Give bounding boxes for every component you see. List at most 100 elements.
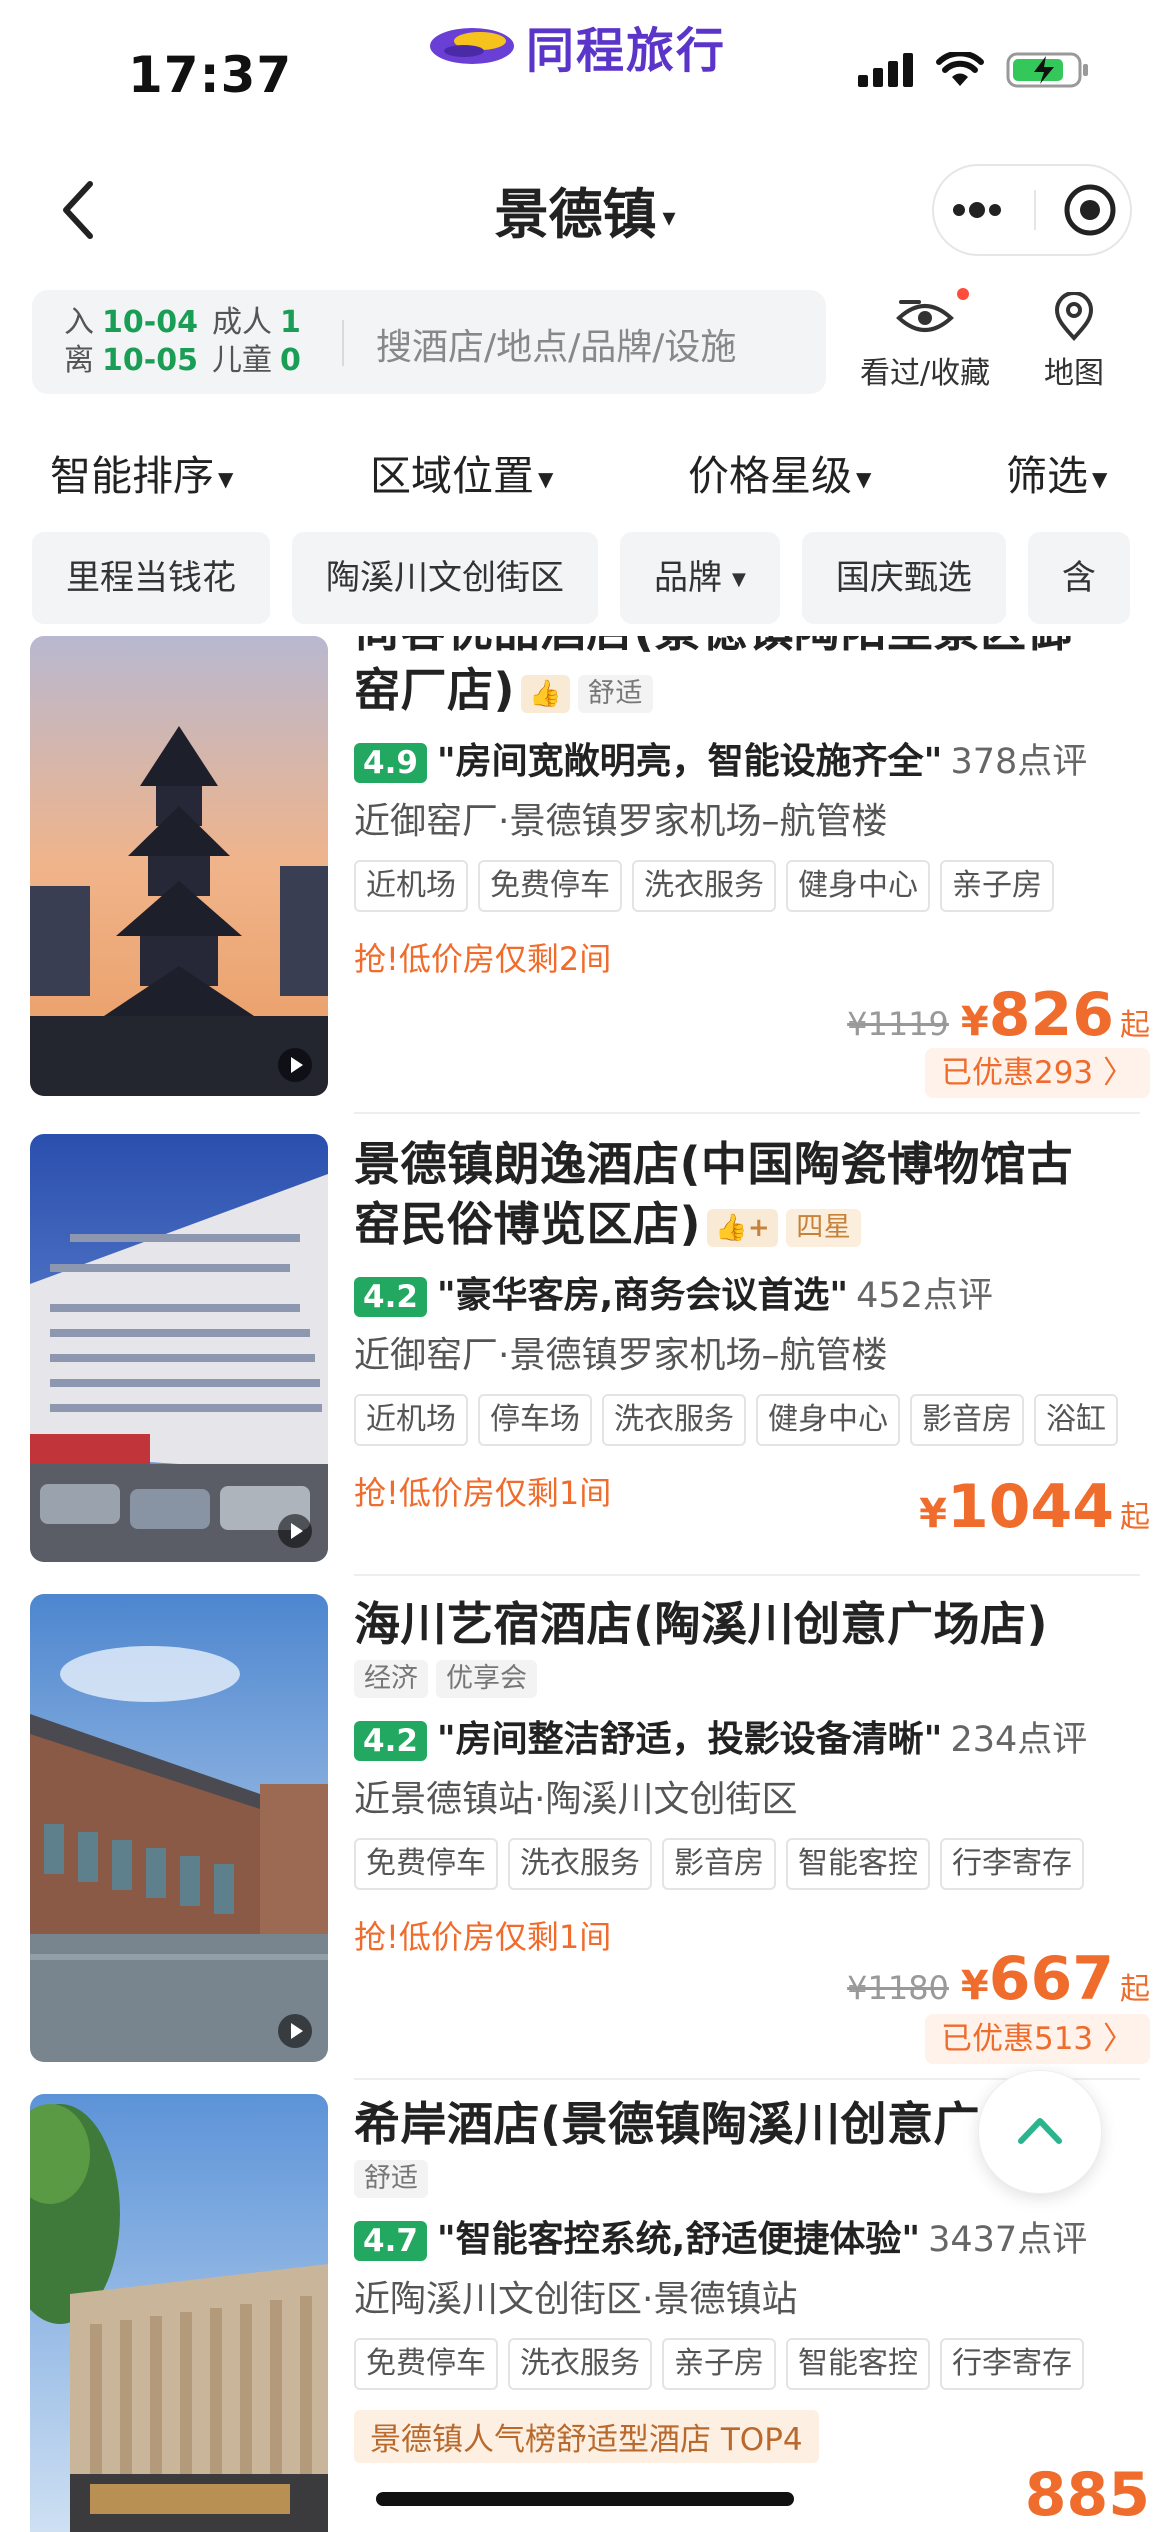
- hotel-thumbnail[interactable]: [30, 1594, 328, 2062]
- current-price: 1044: [947, 1472, 1114, 1542]
- checkin-label: 入: [64, 305, 94, 340]
- score-badge: 4.2: [354, 1277, 427, 1317]
- hotel-thumbnail[interactable]: [30, 2094, 328, 2532]
- sort-price-star[interactable]: 价格星级 ▼: [688, 442, 871, 502]
- caret-down-icon: ▼: [856, 467, 872, 491]
- review-count: 452点评: [856, 1276, 993, 1316]
- hotel-name: 尚客优品酒店(景德镇陶阳里景区御窑厂店)👍舒适: [354, 636, 1144, 720]
- battery-charging-icon: [1006, 52, 1088, 88]
- amenity-tag: 免费停车: [478, 860, 622, 912]
- play-icon[interactable]: [278, 1514, 312, 1548]
- quick-filter-chips: 里程当钱花 陶溪川文创街区 品牌 ▼ 国庆甄选含: [32, 532, 1170, 624]
- sort-area-label: 区域位置: [370, 452, 534, 500]
- play-icon[interactable]: [278, 2014, 312, 2048]
- review-quote: "房间宽敞明亮，智能设施齐全": [436, 741, 943, 782]
- amenity-tags: 免费停车 洗衣服务 亲子房 智能客控 行李寄存: [354, 2338, 1144, 2390]
- score-badge: 4.9: [354, 743, 427, 783]
- amenity-tag: 免费停车: [354, 2338, 498, 2390]
- hotel-list[interactable]: 尚客优品酒店(景德镇陶阳里景区御窑厂店)👍舒适 4.9"房间宽敞明亮，智能设施齐…: [0, 636, 1170, 2532]
- thumbs-up-plus-icon: 👍+: [707, 1208, 779, 1247]
- hotel-name: 海川艺宿酒店(陶溪川创意广场店): [354, 1597, 1049, 1651]
- hotel-location: 近陶溪川文创街区·景德镇站: [354, 2279, 798, 2320]
- children-count: 0: [279, 343, 301, 378]
- amenity-tag: 健身中心: [756, 1394, 900, 1446]
- factory-lake-photo: [30, 1594, 328, 2062]
- hotel-building-photo: [30, 1134, 328, 1562]
- price-block: 885: [1025, 2460, 1150, 2530]
- brand-name: 同程旅行: [526, 23, 727, 79]
- target-icon[interactable]: [1063, 183, 1117, 237]
- amenity-tag: 行李寄存: [940, 1838, 1084, 1890]
- map-button[interactable]: 地图: [1044, 292, 1104, 392]
- checkout-label: 离: [64, 343, 94, 378]
- rating-row: 4.9 "房间宽敞明亮，智能设施齐全" 378点评: [354, 732, 1144, 784]
- sort-filter-label: 筛选: [1006, 452, 1088, 500]
- discount-badge[interactable]: 已优惠513 〉: [924, 2014, 1150, 2064]
- current-price: 885: [1024, 2460, 1150, 2530]
- hotel-name-line1: 景德镇朗逸酒店(中国陶瓷博物馆古: [354, 1137, 1074, 1191]
- chevron-up-icon: [1018, 2118, 1062, 2144]
- amenity-tag: 影音房: [910, 1394, 1024, 1446]
- chip-brand[interactable]: 品牌 ▼: [620, 532, 780, 624]
- amenity-tag: 智能客控: [786, 2338, 930, 2390]
- chip-more[interactable]: 含: [1027, 532, 1130, 624]
- discount-badge[interactable]: 已优惠293 〉: [924, 1048, 1150, 1098]
- original-price: ¥1119: [847, 1005, 949, 1043]
- review-quote: "豪华客房,商务会议首选": [436, 1275, 849, 1316]
- ranking-badge[interactable]: 景德镇人气榜舒适型酒店 TOP4: [354, 2410, 819, 2463]
- amenity-tag: 近机场: [354, 860, 468, 912]
- sort-smart-label: 智能排序: [50, 452, 214, 500]
- chip-national-day[interactable]: 国庆甄选: [801, 532, 1006, 624]
- sort-price-label: 价格星级: [688, 452, 852, 500]
- amenity-tag: 免费停车: [354, 1838, 498, 1890]
- hotel-thumbnail[interactable]: [30, 636, 328, 1096]
- checkout-date: 10-05: [102, 343, 198, 378]
- city-caret-icon: ▾: [662, 203, 676, 234]
- price-block: ¥1044 起: [919, 1472, 1150, 1542]
- hotel-tag: 舒适: [577, 674, 653, 713]
- play-icon[interactable]: [278, 1048, 312, 1082]
- search-bar[interactable]: 入 10-04 成人 1 离 10-05 儿童 0 搜酒店/地点/品牌/设施: [32, 290, 826, 394]
- city-name: 景德镇: [494, 183, 657, 246]
- scroll-to-top-button[interactable]: [978, 2070, 1102, 2194]
- hotel-name-line1: 尚客优品酒店(景德镇陶阳里景区御: [354, 636, 1073, 657]
- hotel-info: 尚客优品酒店(景德镇陶阳里景区御窑厂店)👍舒适 4.9"房间宽敞明亮，智能设施齐…: [354, 636, 1144, 980]
- amenity-tag: 浴缸: [1034, 1394, 1118, 1446]
- promo-text: 抢!低价房仅剩2间: [354, 940, 612, 978]
- rating-row: 4.2 "豪华客房,商务会议首选" 452点评: [354, 1266, 1144, 1318]
- history-favorites-button[interactable]: 看过/收藏: [860, 292, 990, 392]
- wifi-icon: [936, 52, 984, 86]
- card-divider: [354, 1574, 1140, 1576]
- hotel-location: 近御窑厂·景德镇罗家机场–航管楼: [354, 1335, 888, 1376]
- price-suffix: 起: [1120, 1008, 1150, 1043]
- status-bar: 17:37 同程旅行: [0, 0, 1170, 150]
- amenity-tag: 影音房: [662, 1838, 776, 1890]
- status-icons: [858, 50, 1090, 90]
- search-input[interactable]: 搜酒店/地点/品牌/设施: [376, 318, 736, 370]
- sort-smart[interactable]: 智能排序 ▼: [50, 442, 233, 502]
- chip-mileage[interactable]: 里程当钱花: [32, 532, 270, 624]
- date-guest-selector[interactable]: 入 10-04 成人 1 离 10-05 儿童 0: [64, 304, 301, 380]
- nav-bar: 景德镇 ▾: [0, 150, 1170, 270]
- brand-logo-icon: [430, 28, 514, 64]
- hotel-location: 近御窑厂·景德镇罗家机场–航管楼: [354, 801, 888, 842]
- sort-filter[interactable]: 筛选 ▼: [1006, 442, 1107, 502]
- current-price: 667: [988, 1944, 1114, 2014]
- hotel-thumbnail[interactable]: [30, 1134, 328, 1562]
- chip-taoxichuan[interactable]: 陶溪川文创街区: [292, 532, 598, 624]
- hotel-exterior-photo: [30, 2094, 328, 2532]
- adults-label: 成人: [211, 305, 272, 340]
- adults-count: 1: [279, 305, 301, 340]
- rating-row: 4.7 "智能客控系统,舒适便捷体验" 3437点评: [354, 2210, 1144, 2262]
- price-suffix: 起: [1120, 1972, 1150, 2007]
- caret-down-icon: ▼: [218, 467, 234, 491]
- signal-icon: [858, 53, 913, 87]
- notification-dot: [957, 288, 969, 300]
- sort-area[interactable]: 区域位置 ▼: [370, 442, 553, 502]
- rating-row: 4.2 "房间整洁舒适，投影设备清晰" 234点评: [354, 1710, 1144, 1762]
- hotel-info: 景德镇朗逸酒店(中国陶瓷博物馆古 窑民俗博览区店) 👍+ 四星 4.2 "豪华客房,商务…: [354, 1134, 1144, 1514]
- capsule-divider: [1033, 190, 1036, 230]
- brand-header: 同程旅行: [428, 14, 727, 79]
- caret-down-icon: ▼: [1092, 467, 1108, 491]
- more-icon[interactable]: [947, 200, 1007, 220]
